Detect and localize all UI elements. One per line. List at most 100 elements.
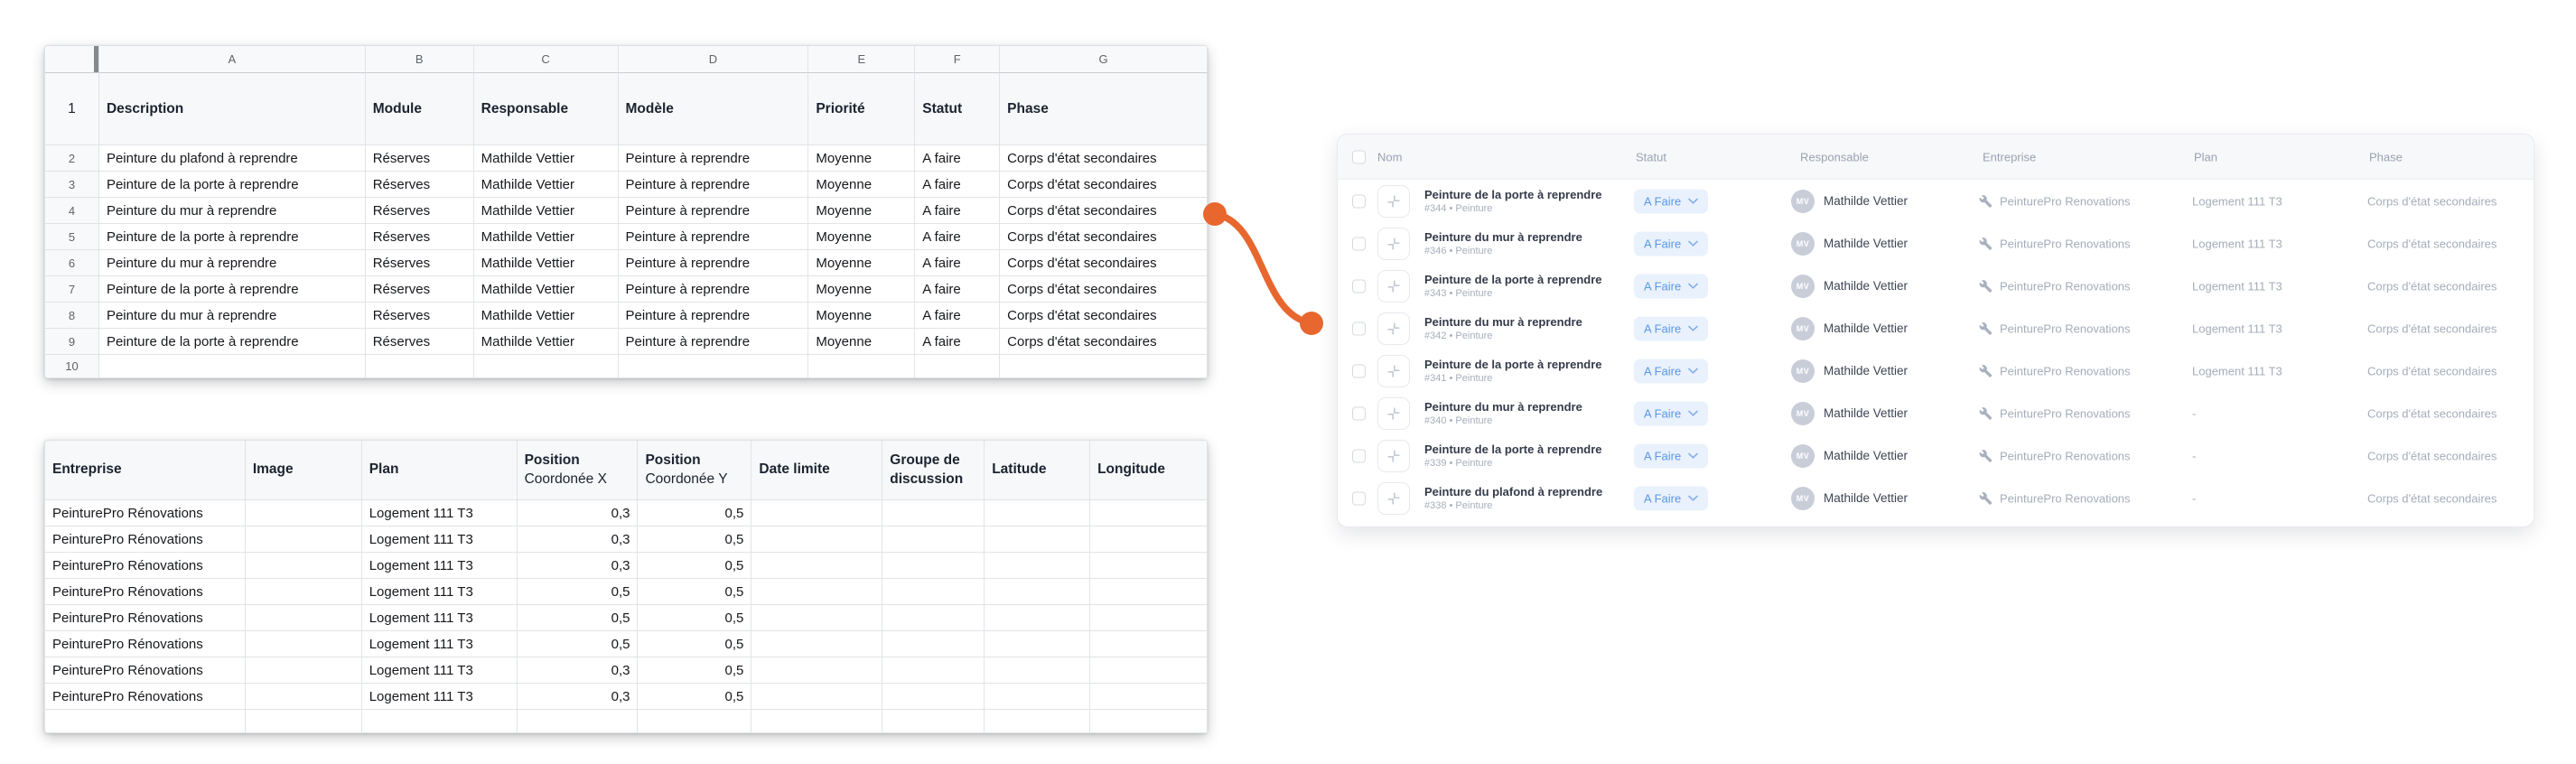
cell[interactable]: Peinture de la porte à reprendre	[98, 276, 366, 303]
cell[interactable]	[882, 579, 985, 605]
status-badge[interactable]: A Faire	[1634, 443, 1709, 468]
cell[interactable]	[882, 553, 985, 579]
cell[interactable]	[882, 710, 985, 733]
cell[interactable]: Corps d'état secondaires	[1000, 276, 1208, 303]
header-cell[interactable]: Position Coordonée Y	[638, 441, 752, 500]
header-cell[interactable]: Longitude	[1090, 441, 1208, 500]
cell[interactable]: Réserves	[365, 224, 474, 250]
cell[interactable]: Réserves	[365, 329, 474, 355]
header-cell[interactable]: Plan	[361, 441, 518, 500]
cell[interactable]	[1090, 500, 1208, 526]
header-cell[interactable]: Latitude	[985, 441, 1091, 500]
cell[interactable]	[517, 710, 639, 733]
cell[interactable]	[882, 631, 985, 657]
status-badge[interactable]: A Faire	[1634, 359, 1709, 383]
cell[interactable]: Logement 111 T3	[361, 605, 518, 631]
cell[interactable]	[882, 605, 985, 631]
row-checkbox[interactable]	[1352, 406, 1366, 420]
cell[interactable]: Réserves	[365, 276, 474, 303]
column-letter[interactable]: G	[1000, 46, 1208, 73]
cell[interactable]	[245, 710, 362, 733]
cell[interactable]	[985, 526, 1091, 553]
header-cell[interactable]: Phase	[1000, 73, 1208, 145]
cell[interactable]	[365, 355, 474, 378]
cell[interactable]	[245, 684, 362, 710]
cell[interactable]: Corps d'état secondaires	[1000, 250, 1208, 276]
cell[interactable]: Peinture de la porte à reprendre	[98, 172, 366, 198]
cell[interactable]: A faire	[915, 172, 1001, 198]
select-all-checkbox[interactable]	[1352, 150, 1366, 163]
cell[interactable]	[245, 579, 362, 605]
column-header-phase[interactable]: Phase	[2369, 150, 2403, 163]
header-cell[interactable]: Entreprise	[45, 441, 246, 500]
cell[interactable]	[751, 657, 883, 684]
cell[interactable]: Réserves	[365, 250, 474, 276]
cell[interactable]: Peinture à reprendre	[618, 224, 809, 250]
row-number[interactable]: 2	[45, 145, 99, 172]
cell[interactable]: PeinturePro Rénovations	[45, 605, 246, 631]
cell[interactable]: Peinture à reprendre	[618, 145, 809, 172]
cell[interactable]: 0,5	[638, 500, 752, 526]
header-cell[interactable]: Description	[98, 73, 366, 145]
cell[interactable]: Logement 111 T3	[361, 500, 518, 526]
task-row[interactable]: Peinture de la porte à reprendre #343 • …	[1338, 265, 2534, 307]
cell[interactable]	[985, 684, 1091, 710]
cell[interactable]: Peinture à reprendre	[618, 329, 809, 355]
cell[interactable]: Moyenne	[808, 303, 916, 329]
cell[interactable]: A faire	[915, 224, 1001, 250]
task-row[interactable]: Peinture du plafond à reprendre #338 • P…	[1338, 477, 2534, 519]
row-checkbox[interactable]	[1352, 449, 1366, 462]
header-cell[interactable]: Module	[365, 73, 474, 145]
cell[interactable]: 0,3	[517, 657, 639, 684]
task-row[interactable]: Peinture du mur à reprendre #346 • Peint…	[1338, 222, 2534, 265]
cell[interactable]: Peinture à reprendre	[618, 303, 809, 329]
row-checkbox[interactable]	[1352, 321, 1366, 335]
cell[interactable]: Mathilde Vettier	[473, 172, 619, 198]
cell[interactable]	[1090, 579, 1208, 605]
header-cell[interactable]: Position Coordonée X	[517, 441, 639, 500]
row-checkbox[interactable]	[1352, 491, 1366, 505]
cell[interactable]	[245, 526, 362, 553]
status-badge[interactable]: A Faire	[1634, 189, 1709, 213]
cell[interactable]: Moyenne	[808, 145, 916, 172]
cell[interactable]: Réserves	[365, 303, 474, 329]
cell[interactable]	[882, 657, 985, 684]
cell[interactable]: Corps d'état secondaires	[1000, 198, 1208, 224]
row-number[interactable]: 8	[45, 303, 99, 329]
cell[interactable]: PeinturePro Rénovations	[45, 553, 246, 579]
cell[interactable]	[751, 500, 883, 526]
row-number[interactable]: 7	[45, 276, 99, 303]
task-row[interactable]: Peinture du mur à reprendre #340 • Peint…	[1338, 392, 2534, 434]
status-badge[interactable]: A Faire	[1634, 231, 1709, 256]
cell[interactable]: A faire	[915, 303, 1001, 329]
cell[interactable]: Peinture à reprendre	[618, 172, 809, 198]
cell[interactable]	[361, 710, 518, 733]
task-row[interactable]: Peinture de la porte à reprendre #339 • …	[1338, 434, 2534, 477]
cell[interactable]	[245, 553, 362, 579]
cell[interactable]: Peinture de la porte à reprendre	[98, 329, 366, 355]
cell[interactable]: A faire	[915, 145, 1001, 172]
header-cell[interactable]: Date limite	[751, 441, 883, 500]
cell[interactable]: 0,5	[638, 605, 752, 631]
row-number[interactable]: 9	[45, 329, 99, 355]
cell[interactable]: Moyenne	[808, 224, 916, 250]
cell[interactable]	[915, 355, 1001, 378]
cell[interactable]: Corps d'état secondaires	[1000, 224, 1208, 250]
header-cell[interactable]: Groupe de discussion	[882, 441, 985, 500]
column-header-statut[interactable]: Statut	[1636, 150, 1666, 163]
cell[interactable]: Moyenne	[808, 198, 916, 224]
cell[interactable]: PeinturePro Rénovations	[45, 579, 246, 605]
row-checkbox[interactable]	[1352, 364, 1366, 377]
cell[interactable]	[1090, 684, 1208, 710]
cell[interactable]	[985, 710, 1091, 733]
cell[interactable]	[882, 500, 985, 526]
cell[interactable]: Réserves	[365, 145, 474, 172]
cell[interactable]	[245, 631, 362, 657]
cell[interactable]	[985, 657, 1091, 684]
cell[interactable]: Corps d'état secondaires	[1000, 329, 1208, 355]
status-badge[interactable]: A Faire	[1634, 401, 1709, 425]
cell[interactable]: PeinturePro Rénovations	[45, 684, 246, 710]
cell[interactable]: Peinture à reprendre	[618, 250, 809, 276]
cell[interactable]: Logement 111 T3	[361, 526, 518, 553]
cell[interactable]: PeinturePro Rénovations	[45, 631, 246, 657]
